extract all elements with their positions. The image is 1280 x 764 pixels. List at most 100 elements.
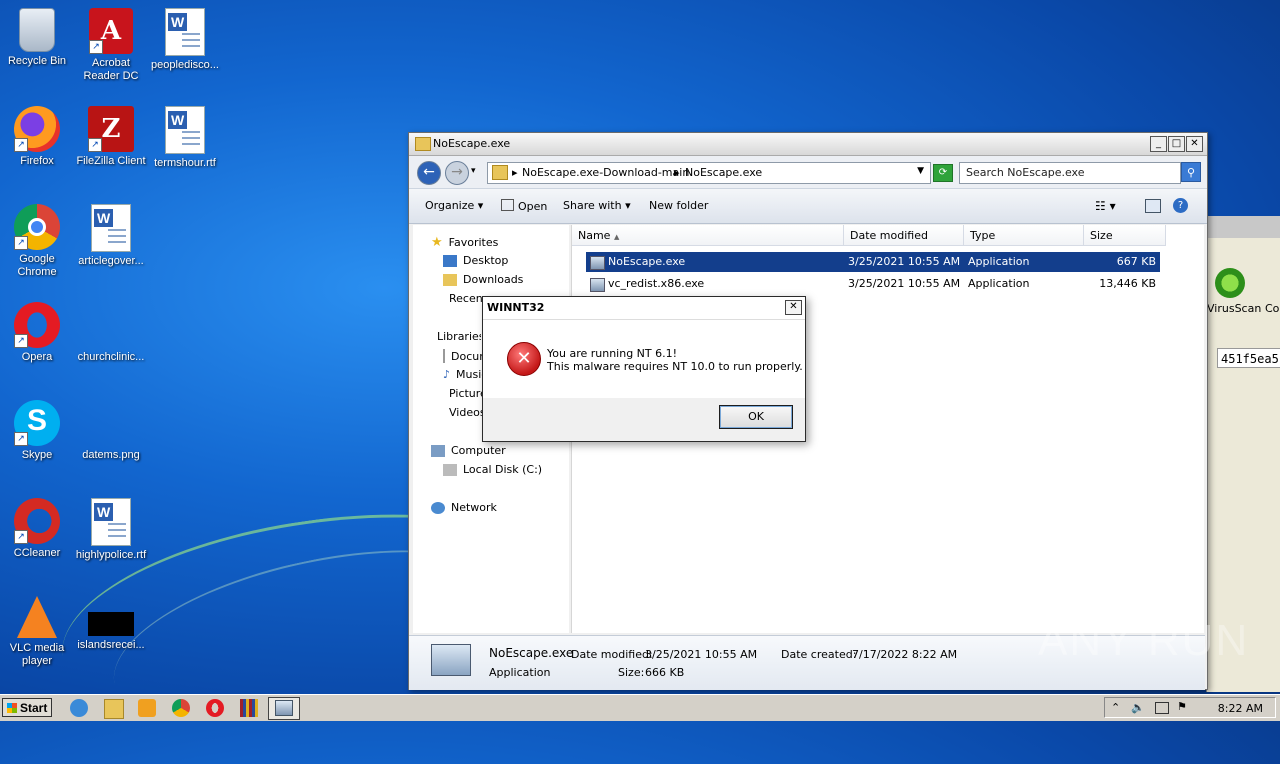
view-options-icon[interactable]: ☷ ▾ <box>1095 199 1116 213</box>
explorer-taskbar-icon[interactable] <box>104 699 124 719</box>
minimize-button[interactable]: _ <box>1150 136 1167 152</box>
network-icon <box>431 501 445 514</box>
breadcrumb-separator-icon: ▸ <box>512 166 518 179</box>
file-date: 3/25/2021 10:55 AM <box>848 255 961 268</box>
word-document-icon: W <box>91 498 131 546</box>
nav-computer[interactable]: Computer <box>431 444 506 457</box>
open-button[interactable]: Open <box>501 199 547 213</box>
chrome-taskbar-icon[interactable] <box>172 699 190 717</box>
ie-icon[interactable] <box>70 699 88 717</box>
desktop-icon-label: Firefox <box>20 155 54 167</box>
search-input[interactable]: Search NoEscape.exe <box>959 162 1181 184</box>
file-row[interactable]: NoEscape.exe 3/25/2021 10:55 AM Applicat… <box>586 252 1160 272</box>
nav-documents[interactable]: Documents <box>443 349 483 363</box>
file-name: vc_redist.x86.exe <box>608 277 705 290</box>
word-document-icon: W <box>91 204 131 252</box>
desktop-icon-churchclinic[interactable]: churchclinic... <box>74 302 148 364</box>
nav-downloads[interactable]: Downloads <box>443 273 523 286</box>
nav-favorites[interactable]: ★ Favorites <box>431 235 498 250</box>
desktop-icon-chrome[interactable]: ↗ Google Chrome <box>0 204 74 279</box>
desktop-icon-articlegover[interactable]: W articlegover... <box>74 204 148 268</box>
desktop-icon-vlc[interactable]: VLC media player <box>0 596 74 668</box>
desktop-icon-label: Acrobat Reader DC <box>83 57 139 82</box>
application-file-icon <box>590 256 605 270</box>
details-date-modified: 3/25/2021 10:55 AM <box>645 648 758 661</box>
preview-pane-icon[interactable] <box>1145 199 1161 213</box>
maximize-button[interactable]: □ <box>1168 136 1185 152</box>
winrar-icon[interactable] <box>240 699 258 717</box>
forward-button[interactable]: → <box>445 161 469 185</box>
file-type: Application <box>968 277 1030 290</box>
refresh-button[interactable]: ⟳ <box>933 164 953 182</box>
nav-music[interactable]: ♪Music <box>443 368 483 381</box>
desktop-icon-highlypolice[interactable]: W highlypolice.rtf <box>74 498 148 562</box>
opera-taskbar-icon[interactable] <box>206 699 224 717</box>
dialog-title-bar[interactable]: WINNT32 ✕ <box>483 297 805 320</box>
desktop-icon-recycle-bin[interactable]: Recycle Bin <box>0 8 74 68</box>
explorer-task-button[interactable] <box>268 697 300 720</box>
desktop-icon-firefox[interactable]: ↗ Firefox <box>0 106 74 168</box>
recent-pages-chevron-icon[interactable]: ▾ <box>471 166 476 176</box>
file-size: 667 KB <box>1116 255 1156 268</box>
skype-icon: S ↗ <box>14 400 60 446</box>
column-header-size[interactable]: Size <box>1084 225 1166 246</box>
show-hidden-icons-icon[interactable]: ⌃ <box>1111 701 1120 714</box>
dialog-close-button[interactable]: ✕ <box>785 300 802 315</box>
start-button[interactable]: Start <box>2 698 52 717</box>
desktop-icon-acrobat[interactable]: A ↗ Acrobat Reader DC <box>74 8 148 83</box>
nav-recent-places[interactable]: Recent Places <box>443 292 483 305</box>
desktop-icon-filezilla[interactable]: Z ↗ FileZilla Client <box>74 106 148 168</box>
word-document-icon: W <box>165 8 205 56</box>
help-icon[interactable]: ? <box>1173 198 1188 213</box>
opera-icon: ↗ <box>14 302 60 348</box>
error-dialog[interactable]: WINNT32 ✕ ✕ You are running NT 6.1! This… <box>482 296 806 442</box>
title-bar[interactable]: NoEscape.exe _ □ ✕ <box>409 133 1207 156</box>
desktop-icon-skype[interactable]: S ↗ Skype <box>0 400 74 462</box>
details-date-modified-label: Date modified: <box>571 648 653 661</box>
column-header-name[interactable]: Name ▲ <box>572 225 844 246</box>
firefox-icon: ↗ <box>14 106 60 152</box>
organize-button[interactable]: Organize ▾ <box>425 199 483 212</box>
desktop-icon-termshour[interactable]: W termshour.rtf <box>148 106 222 170</box>
column-header-date[interactable]: Date modified <box>844 225 964 246</box>
share-with-button[interactable]: Share with ▾ <box>563 199 631 212</box>
command-bar: Organize ▾ Open Share with ▾ New folder … <box>409 188 1207 224</box>
network-tray-icon[interactable] <box>1155 702 1169 714</box>
filezilla-icon: Z ↗ <box>88 106 134 152</box>
close-button[interactable]: ✕ <box>1186 136 1203 152</box>
clock[interactable]: 8:22 AM <box>1218 702 1263 715</box>
breadcrumb-separator-icon: ▸ <box>674 166 680 179</box>
flag-icon[interactable]: ⚑ <box>1177 700 1187 713</box>
desktop-icon-ccleaner[interactable]: ↗ CCleaner <box>0 498 74 560</box>
file-row[interactable]: vc_redist.x86.exe 3/25/2021 10:55 AM App… <box>586 274 1160 294</box>
ok-button[interactable]: OK <box>719 405 793 429</box>
nav-libraries[interactable]: Libraries <box>431 330 481 343</box>
breadcrumb-item[interactable]: NoEscape.exe <box>685 166 762 179</box>
vlc-icon <box>17 596 57 638</box>
nav-network[interactable]: Network <box>431 501 497 514</box>
nav-pictures[interactable]: Pictures <box>443 387 483 400</box>
volume-icon[interactable]: 🔈 <box>1131 701 1145 714</box>
virusscan-icon[interactable] <box>1215 268 1245 298</box>
breadcrumb-item[interactable]: NoEscape.exe-Download-main <box>522 166 689 179</box>
back-button[interactable]: ← <box>417 161 441 185</box>
nav-desktop[interactable]: Desktop <box>443 254 508 267</box>
address-bar[interactable]: ▸ NoEscape.exe-Download-main ▸ NoEscape.… <box>487 162 931 184</box>
address-dropdown-icon[interactable]: ▼ <box>917 166 924 176</box>
desktop-icon-peopledisco[interactable]: W peopledisco... <box>148 8 222 72</box>
search-icon[interactable]: ⚲ <box>1181 162 1201 182</box>
media-player-icon[interactable] <box>138 699 156 717</box>
dialog-body: ✕ You are running NT 6.1! This malware r… <box>483 320 805 398</box>
nav-local-disk[interactable]: Local Disk (C:) <box>443 463 542 476</box>
details-date-created-label: Date created: <box>781 648 857 661</box>
nav-videos[interactable]: Videos <box>443 406 483 419</box>
column-header-type[interactable]: Type <box>964 225 1084 246</box>
desktop-icon-label: peopledisco... <box>151 59 219 71</box>
desktop-icon-opera[interactable]: ↗ Opera <box>0 302 74 364</box>
background-window-header <box>1207 216 1280 238</box>
desktop-icon-datems[interactable]: datems.png <box>74 400 148 462</box>
desktop-icon-label: FileZilla Client <box>76 155 146 167</box>
desktop-icon-islandsrecei[interactable]: islandsrecei... <box>74 596 148 652</box>
hash-field[interactable]: 451f5ea5 <box>1217 348 1280 368</box>
new-folder-button[interactable]: New folder <box>649 199 708 212</box>
